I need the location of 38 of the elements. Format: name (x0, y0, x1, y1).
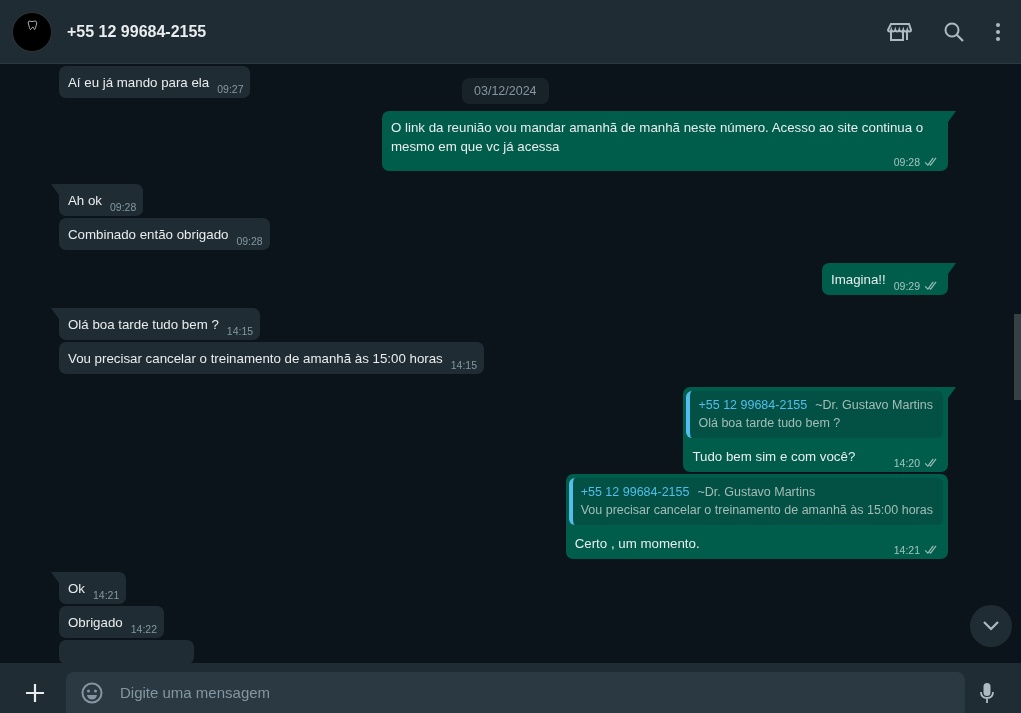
message-time: 09:28 (893, 156, 920, 168)
message-time: 14:15 (226, 325, 254, 337)
message-text: Olá boa tarde tudo bem ? (68, 316, 219, 334)
contact-name[interactable]: +55 12 99684-2155 (67, 22, 207, 41)
quote-author: +55 12 99684-2155 (580, 485, 690, 499)
tooth-icon (26, 18, 38, 31)
message-time: 09:27 (217, 83, 244, 95)
quote-author: +55 12 99684-2155 (698, 398, 808, 412)
message-text: Ah ok (68, 192, 102, 210)
message-text: O link da reunião vou mandar amanhã de manhã neste número. Acesso ao site continua o mesmo em que vc já acessa (391, 119, 925, 156)
message-time: 14:22 (130, 623, 157, 635)
composer-bar[interactable]: Digite uma mensagem (66, 672, 965, 713)
scroll-down-button[interactable] (970, 605, 1012, 647)
message-time: 14:21 (893, 544, 920, 556)
message-text: Ok (68, 580, 85, 598)
message-time: 14:15 (450, 359, 478, 371)
quoted-message[interactable]: +55 12 99684-2155 ~Dr. Gustavo Martins Vou precisar cancelar o treinamento de amanhã às 15:00 horas (568, 478, 943, 525)
message-time: 14:20 (893, 457, 920, 469)
scrollbar-thumb[interactable] (1014, 314, 1021, 400)
message-text: Imagina!! (831, 271, 886, 289)
quote-text: Vou precisar cancelar o treinamento de amanhã às 15:00 horas (580, 503, 933, 517)
message-time: 09:28 (110, 201, 137, 213)
quoted-message[interactable]: +55 12 99684-2155 ~Dr. Gustavo Martins Olá boa tarde tudo bem ? (686, 391, 943, 438)
quote-push-name: ~Dr. Gustavo Martins (815, 398, 933, 412)
message-text: Aí eu já mando para ela (68, 74, 210, 92)
message-text: Vou precisar cancelar o treinamento de amanhã às 15:00 horas (68, 350, 443, 368)
message-text: Obrigado (68, 614, 123, 632)
message-text: Combinado então obrigado (68, 226, 229, 244)
sticker-icon[interactable] (80, 680, 104, 705)
message-text: Tudo bem sim e com você? (692, 448, 856, 466)
message-time: 09:29 (893, 280, 920, 292)
date-chip: 03/12/2024 (462, 78, 549, 104)
quote-text: Olá boa tarde tudo bem ? (698, 416, 842, 430)
chevron-down-icon (982, 620, 1000, 632)
message-time: 09:28 (236, 235, 263, 247)
message-text: Certo , um momento. (574, 535, 700, 553)
message-time: 14:21 (93, 589, 120, 601)
quote-push-name: ~Dr. Gustavo Martins (697, 485, 816, 499)
